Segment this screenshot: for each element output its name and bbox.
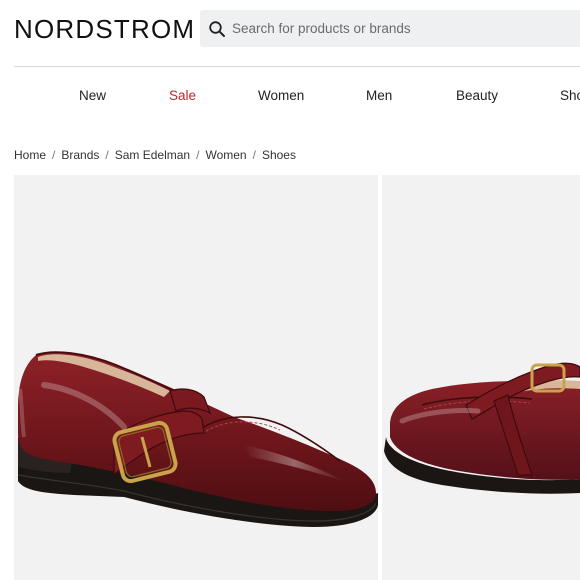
nav-item-beauty[interactable]: Beauty (456, 84, 498, 108)
search-bar[interactable] (200, 10, 580, 47)
breadcrumb-separator: / (105, 148, 109, 162)
nav-item-shoes[interactable]: Sho (560, 84, 580, 108)
loafer-angle-view-image (384, 362, 580, 494)
breadcrumb-sam-edelman[interactable]: Sam Edelman (115, 148, 190, 162)
main-nav: New Sale Women Men Beauty Sho (0, 84, 580, 108)
nav-item-men[interactable]: Men (366, 84, 392, 108)
search-icon (209, 20, 225, 37)
product-image-secondary[interactable] (382, 175, 580, 580)
breadcrumb-separator: / (196, 148, 200, 162)
site-header: NORDSTROM (0, 0, 580, 66)
header-divider (14, 66, 580, 67)
loafer-side-view-image (17, 351, 378, 527)
nav-item-sale[interactable]: Sale (169, 84, 196, 108)
breadcrumb-women[interactable]: Women (205, 148, 246, 162)
product-gallery (0, 175, 580, 580)
breadcrumb-home[interactable]: Home (14, 148, 46, 162)
nav-item-women[interactable]: Women (258, 84, 304, 108)
breadcrumb-shoes[interactable]: Shoes (262, 148, 296, 162)
breadcrumb-separator: / (52, 148, 56, 162)
breadcrumb: Home / Brands / Sam Edelman / Women / Shoes (14, 146, 296, 164)
nordstrom-logo[interactable]: NORDSTROM (14, 14, 195, 44)
breadcrumb-brands[interactable]: Brands (61, 148, 99, 162)
breadcrumb-separator: / (252, 148, 256, 162)
nav-item-new[interactable]: New (79, 84, 106, 108)
search-input[interactable] (232, 21, 552, 36)
product-image-main[interactable] (14, 175, 378, 580)
